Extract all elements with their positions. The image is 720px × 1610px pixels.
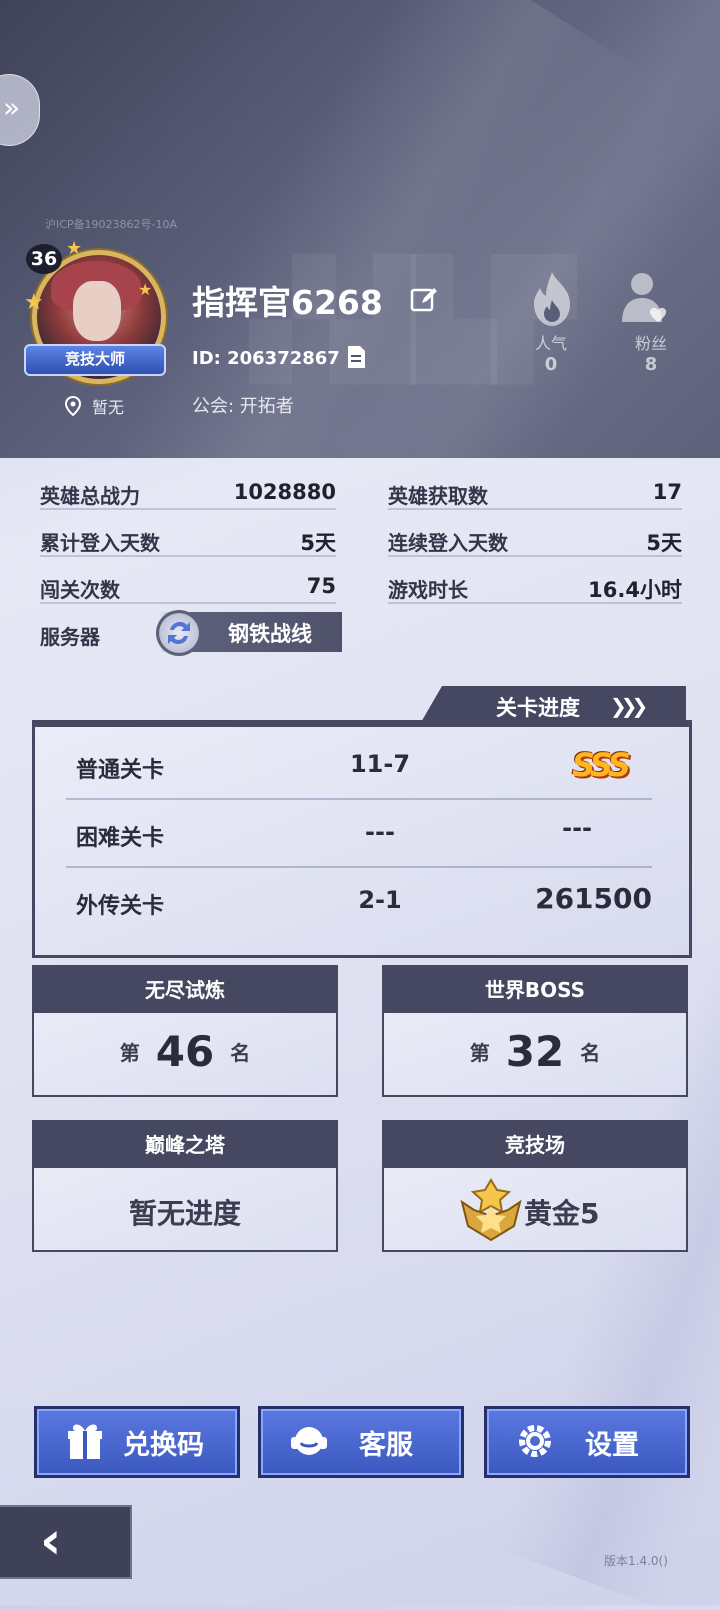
rank-prefix: 第 — [469, 1041, 490, 1065]
stage-row-label: 普通关卡 — [76, 758, 165, 783]
star-icon: ★ — [24, 290, 44, 315]
fans-icon — [622, 273, 667, 322]
popularity-label: 人气 — [534, 334, 567, 353]
divider — [388, 555, 682, 557]
rank-number: 32 — [505, 1027, 565, 1076]
divider — [40, 602, 336, 604]
guild-text: 公会: 开拓者 — [192, 396, 294, 417]
divider — [40, 508, 336, 510]
gift-icon — [68, 1424, 102, 1459]
settings-button[interactable]: 设置 — [484, 1406, 690, 1478]
peak-tower-card[interactable]: 巅峰之塔 暂无进度 — [32, 1120, 338, 1252]
server-name: 钢铁战线 — [228, 622, 312, 646]
back-button[interactable]: ‹ — [0, 1505, 132, 1579]
headset-icon — [291, 1427, 327, 1455]
tower-progress: 暂无进度 — [128, 1197, 241, 1230]
divider — [388, 602, 682, 604]
heroes-owned-label: 英雄获取数 — [388, 484, 488, 508]
rank-suffix: 名 — [580, 1041, 601, 1065]
stage-row-stage: 2-1 — [358, 886, 402, 914]
stage-progress-tab: 关卡进度 ❯❯❯ — [420, 686, 686, 724]
back-arrow-icon: ‹ — [40, 1511, 62, 1571]
rank-number: 46 — [155, 1027, 215, 1076]
copy-icon[interactable] — [346, 344, 366, 370]
divider — [66, 798, 652, 800]
player-name: 指挥官6268 — [192, 283, 383, 322]
stage-row-result: --- — [562, 814, 592, 842]
support-label: 客服 — [359, 1430, 413, 1461]
refresh-icon[interactable] — [156, 610, 202, 656]
card-rank: 第 46 名 — [34, 1027, 336, 1076]
fans-stat: 粉丝 8 — [616, 330, 686, 375]
stage-row-stage: 11-7 — [349, 750, 411, 778]
stages-cleared-label: 闯关次数 — [40, 578, 120, 602]
refresh-arrows-icon — [168, 621, 190, 645]
card-title: 竞技场 — [384, 1122, 686, 1168]
stage-row-label: 困难关卡 — [76, 826, 165, 851]
star-icon: ★ — [66, 238, 83, 259]
login-days-label: 累计登入天数 — [40, 531, 160, 555]
card-rank: 第 32 名 — [384, 1027, 686, 1076]
version-text: 版本1.4.0() — [604, 1554, 668, 1568]
stage-progress-title: 关卡进度 — [496, 696, 580, 720]
rank-badge: 竞技大师 — [24, 344, 166, 376]
fans-value: 8 — [644, 354, 658, 375]
hero-power-value: 1028880 — [233, 480, 336, 504]
gold-rank-icon — [460, 1178, 522, 1242]
login-days-value: 5天 — [300, 531, 336, 555]
rank-prefix: 第 — [119, 1041, 140, 1065]
playtime-label: 游戏时长 — [388, 578, 468, 602]
location-icon — [64, 396, 82, 416]
settings-label: 设置 — [585, 1430, 639, 1461]
icp-text: 沪ICP备19023862号-10A — [45, 218, 178, 231]
card-title: 无尽试炼 — [34, 967, 336, 1013]
player-level: 36 — [26, 244, 62, 274]
endless-trial-card[interactable]: 无尽试炼 第 46 名 — [32, 965, 338, 1097]
popularity-stat: 人气 0 — [516, 330, 586, 375]
flame-icon — [534, 272, 570, 326]
streak-days-value: 5天 — [646, 531, 682, 555]
player-id: ID: 206372867 — [192, 348, 340, 369]
redeem-code-button[interactable]: 兑换码 — [34, 1406, 240, 1478]
heroes-owned-value: 17 — [652, 480, 682, 504]
edit-icon[interactable] — [410, 286, 438, 314]
location-text: 暂无 — [92, 398, 125, 417]
stage-row-label: 外传关卡 — [76, 894, 165, 919]
triple-chevron-icon: ❯❯❯ — [610, 694, 648, 718]
rank-suffix: 名 — [230, 1041, 251, 1065]
stage-row-result: 261500 — [535, 882, 652, 915]
playtime-value: 16.4小时 — [588, 578, 682, 602]
gear-icon — [519, 1425, 551, 1457]
streak-days-label: 连续登入天数 — [388, 531, 508, 555]
divider — [66, 866, 652, 868]
popularity-value: 0 — [544, 354, 558, 375]
customer-service-button[interactable]: 客服 — [258, 1406, 464, 1478]
hero-power-label: 英雄总战力 — [40, 484, 140, 508]
stage-row-stage: --- — [365, 818, 395, 846]
arena-card[interactable]: 竞技场 黄金5 — [382, 1120, 688, 1252]
server-label: 服务器 — [40, 625, 100, 649]
card-title: 巅峰之塔 — [34, 1122, 336, 1168]
redeem-label: 兑换码 — [123, 1430, 204, 1461]
divider — [40, 555, 336, 557]
fans-label: 粉丝 — [634, 334, 667, 353]
card-title: 世界BOSS — [384, 967, 686, 1013]
double-chevron-icon: » — [3, 91, 21, 124]
avatar-face — [73, 281, 121, 341]
sss-rating: SSS — [572, 746, 631, 784]
star-icon: ★ — [138, 280, 153, 299]
stages-cleared-value: 75 — [306, 574, 336, 598]
world-boss-card[interactable]: 世界BOSS 第 32 名 — [382, 965, 688, 1097]
divider — [388, 508, 682, 510]
